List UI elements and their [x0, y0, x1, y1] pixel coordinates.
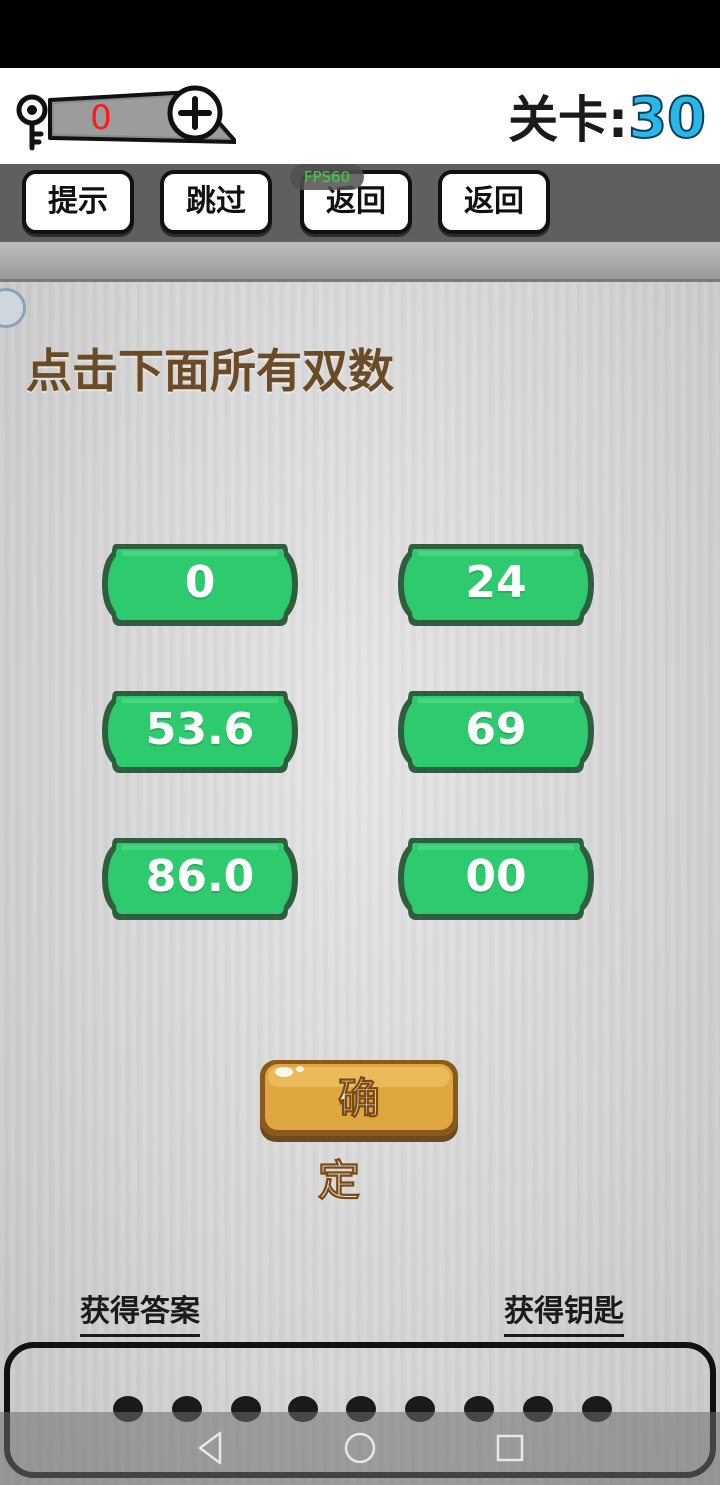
fps-counter: FPS60	[290, 164, 364, 190]
option-label: 00	[465, 851, 527, 902]
back-button-2[interactable]: 返回	[438, 170, 550, 234]
option-button[interactable]: 00	[398, 834, 594, 924]
confirm-label: 确定	[317, 1074, 420, 1206]
option-button[interactable]: 24	[398, 540, 594, 630]
option-button[interactable]: 69	[398, 687, 594, 777]
level-indicator: 关卡:30	[508, 82, 707, 156]
option-button[interactable]: 53.6	[102, 687, 298, 777]
get-key-link[interactable]: 获得钥匙	[504, 1290, 624, 1337]
option-label: 69	[465, 704, 527, 755]
skip-button[interactable]: 跳过	[160, 170, 272, 234]
triangle-back-icon[interactable]	[196, 1430, 224, 1466]
option-button[interactable]: 0	[102, 540, 298, 630]
square-recent-icon[interactable]	[494, 1430, 526, 1466]
confirm-button[interactable]: 确定	[258, 1058, 460, 1206]
option-label: 53.6	[145, 704, 255, 755]
plus-icon[interactable]	[166, 84, 224, 142]
panel-top-shelf	[0, 242, 720, 282]
level-label: 关卡:	[508, 91, 629, 149]
status-bar	[0, 0, 720, 68]
get-answer-link[interactable]: 获得答案	[80, 1290, 200, 1337]
level-number: 30	[627, 85, 707, 152]
option-button[interactable]: 86.0	[102, 834, 298, 924]
key-count: 0	[90, 98, 112, 138]
hint-button[interactable]: 提示	[22, 170, 134, 234]
circle-home-icon[interactable]	[343, 1430, 377, 1466]
option-label: 86.0	[145, 851, 255, 902]
question-text: 点击下面所有双数	[26, 344, 394, 398]
option-label: 0	[184, 557, 216, 608]
key-icon	[16, 94, 48, 151]
option-label: 24	[465, 557, 527, 608]
